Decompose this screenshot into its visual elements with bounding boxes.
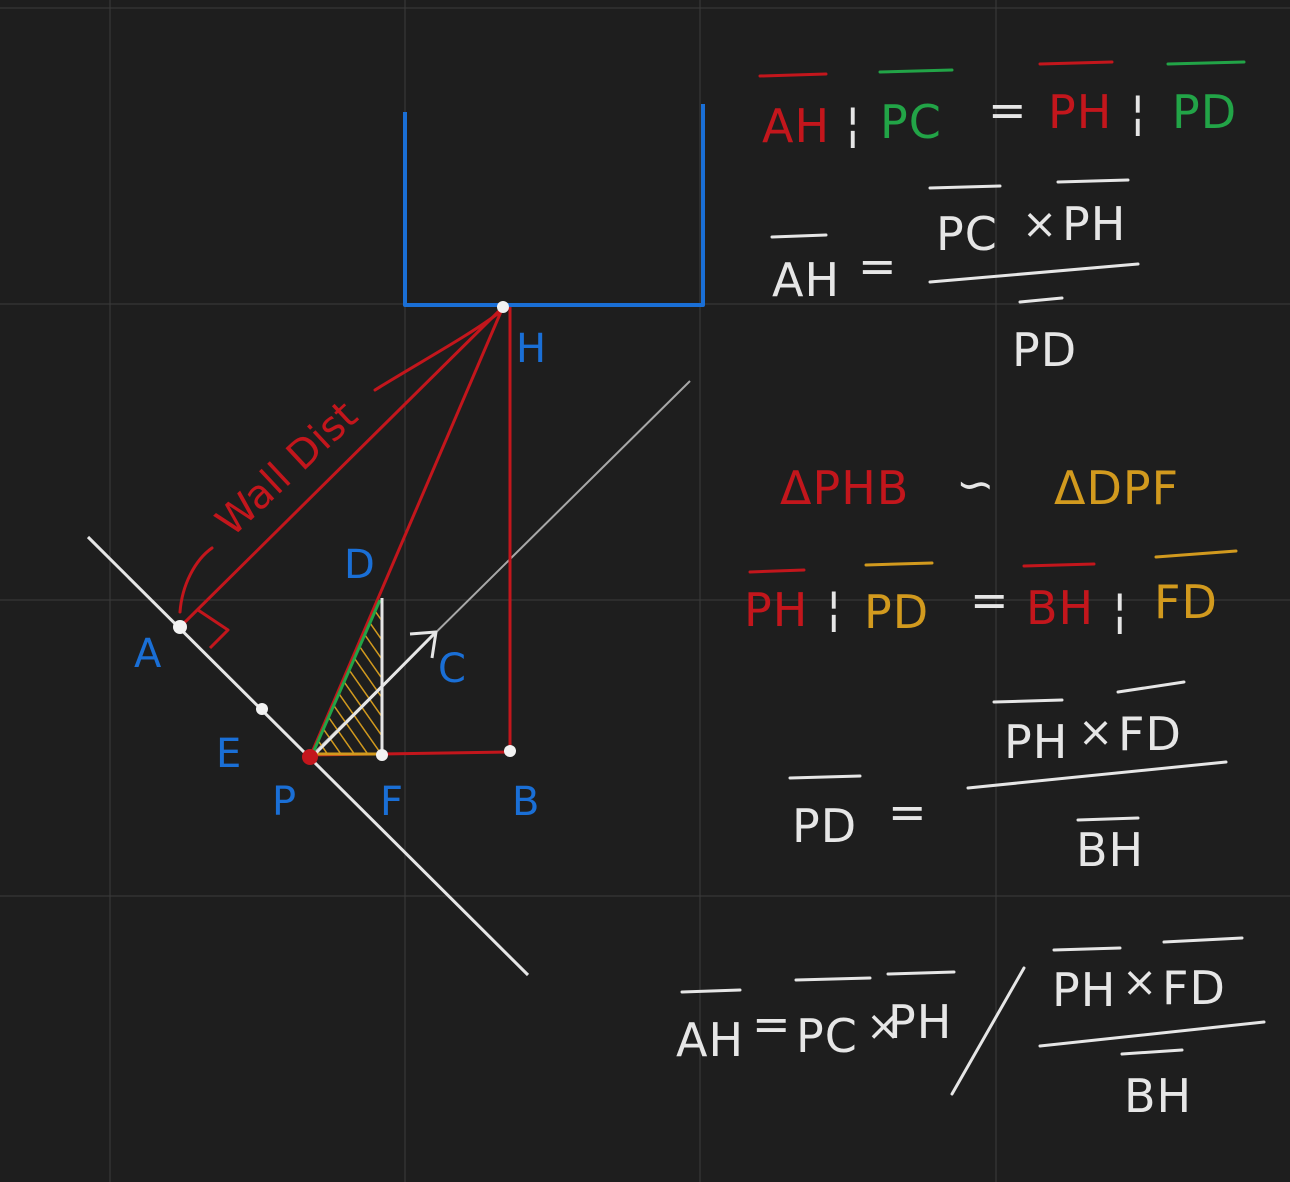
eq1-pd: PD	[1172, 85, 1237, 139]
eq4-sep1: ¦	[826, 581, 843, 635]
eq1-sep1: ¦	[845, 97, 862, 151]
whiteboard-canvas: H A D C E P F B Wall Dist AH ¦ PC = PH ¦…	[0, 0, 1290, 1182]
eq1-bar-pc	[878, 68, 954, 74]
eq2-fraction-bar	[928, 262, 1140, 284]
label-p: P	[272, 779, 296, 825]
eq2-bar-ah	[770, 233, 828, 239]
eq6-fraction-bar	[1038, 1020, 1266, 1048]
eq6-ph-num: PH	[1052, 963, 1116, 1017]
eq1-sep2: ¦	[1130, 85, 1147, 139]
point-p	[302, 749, 318, 765]
point-h	[497, 301, 509, 313]
eq2-equals: =	[858, 239, 898, 293]
eq1-ah: AH	[762, 99, 830, 153]
eq2-ph: PH	[1062, 197, 1126, 251]
eq6-bar-pc	[794, 976, 872, 982]
eq3-dpf: ΔDPF	[1054, 461, 1179, 515]
eq6-bar-ph	[886, 970, 956, 976]
equation-2: AH = PC × PH PD	[770, 178, 1140, 377]
eq5-fd: FD	[1118, 707, 1182, 761]
eq5-bh: BH	[1076, 823, 1144, 877]
eq4-pd: PD	[864, 585, 929, 639]
eq4-bar-ph	[748, 568, 806, 574]
equation-1: AH ¦ PC = PH ¦ PD	[758, 60, 1246, 153]
geometry-figure: H A D C E P F B Wall Dist	[86, 104, 705, 977]
eq6-equals: =	[752, 997, 792, 1051]
eq4-equals: =	[970, 573, 1010, 627]
eq6-times2: ×	[1122, 957, 1157, 1006]
eq6-fd: FD	[1162, 961, 1226, 1015]
eq6-ph: PH	[888, 995, 952, 1049]
eq1-bar-ah	[758, 72, 828, 78]
equation-6: AH = PC × PH PH × FD BH	[676, 936, 1266, 1123]
label-e: E	[216, 731, 241, 777]
eq2-times: ×	[1022, 199, 1057, 248]
eq4-bar-fd	[1154, 549, 1238, 559]
line-ph	[308, 306, 505, 758]
eq6-ah: AH	[676, 1013, 744, 1067]
eq1-equals: =	[988, 83, 1028, 137]
label-c: C	[438, 646, 466, 692]
equation-4: PH ¦ PD = BH ¦ FD	[744, 549, 1238, 639]
eq2-bar-pd	[1018, 296, 1064, 304]
eq5-pd: PD	[792, 799, 857, 853]
eq5-bar-fd	[1116, 680, 1186, 694]
eq4-bh: BH	[1026, 581, 1094, 635]
eq4-bar-pd	[864, 561, 934, 567]
line-ah	[178, 305, 505, 629]
point-f	[376, 749, 388, 761]
label-a: A	[134, 631, 162, 677]
eq5-ph: PH	[1004, 715, 1068, 769]
eq6-bar-ph-num	[1052, 946, 1122, 952]
eq3-similar: ∽	[956, 457, 996, 511]
eq1-bar-ph	[1038, 60, 1114, 66]
point-a	[173, 620, 187, 634]
eq1-pc: PC	[880, 95, 942, 149]
eq4-fd: FD	[1154, 575, 1218, 629]
point-b	[504, 745, 516, 757]
label-b: B	[512, 779, 539, 825]
eq5-equals: =	[888, 785, 928, 839]
eq6-slash	[950, 966, 1026, 1096]
label-f: F	[380, 779, 403, 825]
equations: AH ¦ PC = PH ¦ PD AH = PC × PH PD ΔPHB ∽…	[676, 60, 1266, 1123]
label-d: D	[344, 542, 375, 588]
eq2-pc: PC	[936, 207, 998, 261]
eq6-bar-fd	[1162, 936, 1244, 944]
right-angle-mark	[197, 608, 230, 650]
wall-box	[403, 104, 705, 307]
eq2-ah: AH	[772, 253, 840, 307]
eq2-bar-pc	[928, 184, 1002, 190]
eq4-bar-bh	[1022, 562, 1096, 568]
eq4-sep2: ¦	[1112, 583, 1129, 637]
eq5-times: ×	[1078, 707, 1113, 756]
eq1-bar-pd	[1166, 60, 1246, 66]
eq5-bar-bh	[1076, 816, 1140, 822]
eq6-pc: PC	[796, 1009, 858, 1063]
equation-5: PD = PH × FD BH	[788, 680, 1228, 877]
eq4-ph: PH	[744, 583, 808, 637]
eq6-bar-bh	[1120, 1048, 1184, 1056]
eq3-phb: ΔPHB	[780, 461, 909, 515]
eq6-bar-ah	[680, 988, 742, 994]
label-h: H	[516, 326, 546, 372]
eq5-bar-pd	[788, 774, 862, 780]
eq1-ph: PH	[1048, 85, 1112, 139]
point-e	[256, 703, 268, 715]
eq5-bar-ph	[992, 698, 1064, 704]
eq6-bh: BH	[1124, 1069, 1192, 1123]
eq2-pd: PD	[1012, 323, 1077, 377]
equation-3: ΔPHB ∽ ΔDPF	[780, 457, 1179, 515]
eq2-bar-ph	[1056, 178, 1130, 184]
